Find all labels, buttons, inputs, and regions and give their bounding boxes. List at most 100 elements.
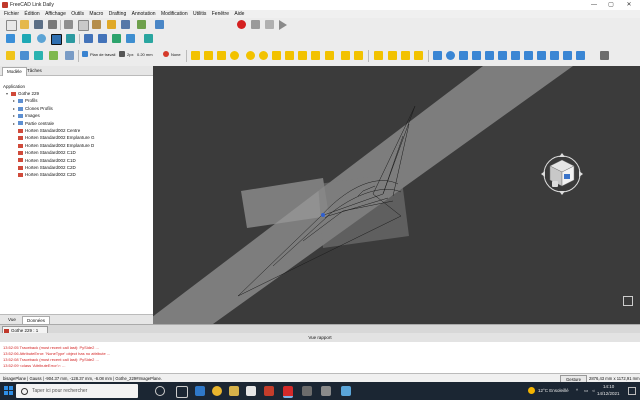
measure-icon[interactable] <box>144 34 153 43</box>
cut-icon[interactable] <box>64 20 73 29</box>
rotate-tool-icon[interactable] <box>446 51 455 60</box>
execute-macro-icon[interactable] <box>279 20 287 30</box>
polygon-tool-icon[interactable] <box>285 51 294 60</box>
join-tool-icon[interactable] <box>485 51 494 60</box>
wire-tool-icon[interactable] <box>204 51 213 60</box>
copy-icon[interactable] <box>78 20 89 31</box>
tree-item[interactable]: ▸ Clones Profils <box>13 105 53 112</box>
clone-tool-icon[interactable] <box>550 51 559 60</box>
rectangle-tool-icon[interactable] <box>272 51 281 60</box>
notification-icon[interactable] <box>628 387 636 395</box>
split-tool-icon[interactable] <box>498 51 507 60</box>
folder-view-icon[interactable] <box>20 51 29 60</box>
chrome-app-icon[interactable] <box>212 386 222 396</box>
tree-item[interactable]: Horten Standard002 C2D <box>13 164 76 171</box>
office-app-icon[interactable] <box>264 386 274 396</box>
text-tool-icon[interactable] <box>374 51 383 60</box>
menu-affichage[interactable]: Affichage <box>45 10 66 18</box>
redo-icon[interactable] <box>121 20 130 29</box>
draft-snap-icon[interactable] <box>6 51 15 60</box>
record-macro-icon[interactable] <box>237 20 246 29</box>
edge-app-icon[interactable] <box>195 386 205 396</box>
store-app-icon[interactable] <box>246 386 256 396</box>
start-button[interactable] <box>4 386 13 395</box>
menu-fichier[interactable]: Fichier <box>4 10 19 18</box>
tray-chevron-icon[interactable]: ^ <box>576 388 578 394</box>
arrow-up-icon[interactable] <box>112 34 121 43</box>
whats-this-icon[interactable] <box>155 20 164 29</box>
facebinder-tool-icon[interactable] <box>341 51 350 60</box>
scale-tool-icon[interactable] <box>563 51 572 60</box>
weather-icon[interactable] <box>528 387 535 394</box>
hatch-tool-icon[interactable] <box>414 51 423 60</box>
tree-item[interactable]: Horten Standard002 C2D <box>13 171 76 178</box>
bspline-tool-icon[interactable] <box>298 51 307 60</box>
arrow-right-icon[interactable] <box>98 34 107 43</box>
snap-offset-field[interactable]: 2px <box>127 52 133 58</box>
clock-date[interactable]: 14/12/2021 <box>597 391 620 397</box>
minimize-button[interactable]: — <box>588 1 600 9</box>
freecad-taskbar-icon[interactable] <box>283 386 293 398</box>
tree-item[interactable]: ▸ Partie centrale <box>13 120 54 127</box>
macro-list-icon[interactable] <box>265 20 274 29</box>
taskbar-search-input[interactable]: Taper ici pour rechercher <box>16 384 138 398</box>
group-icon[interactable] <box>65 51 74 60</box>
downgrade-tool-icon[interactable] <box>524 51 533 60</box>
network-icon[interactable]: ▭ <box>584 388 588 394</box>
menu-fenetre[interactable]: Fenêtre <box>212 10 229 18</box>
draw-style-icon[interactable] <box>37 34 46 43</box>
layer-tool-icon[interactable] <box>600 51 609 60</box>
tree-item[interactable]: ▸ Profils <box>13 97 38 104</box>
array-tool-icon[interactable] <box>537 51 546 60</box>
menu-macro[interactable]: Macro <box>89 10 103 18</box>
maximize-button[interactable]: ▢ <box>605 1 617 9</box>
selection-box-icon[interactable] <box>51 34 62 45</box>
lock-icon[interactable] <box>34 51 43 60</box>
offset-value-field[interactable]: 0.20 mm <box>137 52 153 58</box>
report-view[interactable]: 13:52:05 Traceback (most recent call las… <box>0 342 640 373</box>
fillet-tool-icon[interactable] <box>217 51 226 60</box>
shapestring-tool-icon[interactable] <box>354 51 363 60</box>
menu-utilitis[interactable]: Utilitis <box>193 10 206 18</box>
app-icon-10[interactable] <box>341 386 351 396</box>
menu-annotation[interactable]: Annotation <box>132 10 156 18</box>
menu-modification[interactable]: Modification <box>161 10 188 18</box>
tree-item[interactable]: Horten Standard002 Emplanture G <box>13 134 95 141</box>
ellipse-tool-icon[interactable] <box>259 51 268 60</box>
offset-tool-icon[interactable] <box>459 51 468 60</box>
trim-tool-icon[interactable] <box>472 51 481 60</box>
dimension-icon[interactable] <box>49 51 58 60</box>
tree-item[interactable]: Horten Standard002 C1D <box>13 157 76 164</box>
tree-item[interactable]: ▸ Images <box>13 112 40 119</box>
fit-selection-icon[interactable] <box>22 34 31 43</box>
bezier-tool-icon[interactable] <box>311 51 320 60</box>
app-icon-9[interactable] <box>321 386 331 396</box>
file-explorer-icon[interactable] <box>229 386 239 396</box>
menu-outils[interactable]: Outils <box>71 10 84 18</box>
point-tool-icon[interactable] <box>325 51 334 60</box>
stop-macro-icon[interactable] <box>251 20 260 29</box>
menu-edition[interactable]: Édition <box>24 10 39 18</box>
label-tool-icon[interactable] <box>401 51 410 60</box>
tree-item[interactable]: Horten Standard002 Centre <box>13 127 80 134</box>
line-tool-icon[interactable] <box>191 51 200 60</box>
arrow-left-icon[interactable] <box>84 34 93 43</box>
save-icon[interactable] <box>34 20 43 29</box>
upgrade-tool-icon[interactable] <box>511 51 520 60</box>
fit-all-icon[interactable] <box>6 34 15 43</box>
cortana-icon[interactable] <box>155 386 165 396</box>
paste-icon[interactable] <box>92 20 101 29</box>
std-views-icon[interactable] <box>66 34 75 43</box>
link-icon[interactable] <box>126 34 135 43</box>
style-none-button[interactable]: None <box>171 52 181 58</box>
working-plane-button[interactable]: Plan de travail <box>90 52 115 58</box>
tree-item[interactable]: ▾ Gothe 229 <box>6 90 39 97</box>
undo-icon[interactable] <box>107 20 116 29</box>
navigation-cube[interactable] <box>538 150 586 198</box>
menu-drafting[interactable]: Drafting <box>109 10 127 18</box>
close-button[interactable]: ✕ <box>623 1 635 9</box>
3d-viewport[interactable] <box>153 66 640 324</box>
new-document-icon[interactable] <box>6 20 17 31</box>
tree-item[interactable]: Horten Standard002 C1D <box>13 149 76 156</box>
open-folder-icon[interactable] <box>20 20 29 29</box>
